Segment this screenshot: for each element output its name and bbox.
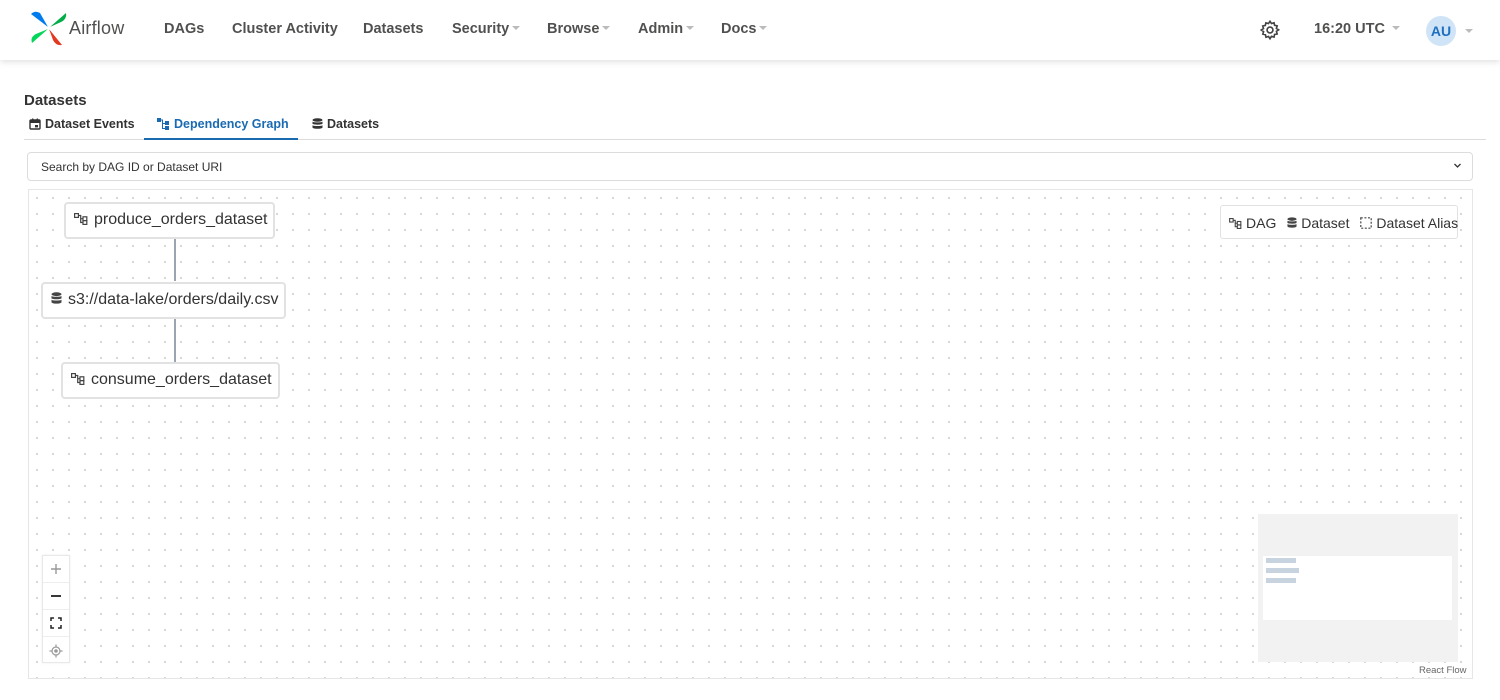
- nav-security[interactable]: Security: [452, 21, 521, 37]
- nav-dags[interactable]: DAGs: [164, 21, 204, 37]
- chevron-down-icon: [512, 26, 521, 31]
- minimap-viewport: [1263, 556, 1452, 620]
- legend-dag: DAG: [1229, 215, 1276, 231]
- nav-docs[interactable]: Docs: [721, 21, 768, 37]
- tab-dataset-events[interactable]: Dataset Events: [29, 110, 135, 140]
- graph-node-dag[interactable]: produce_orders_dataset: [64, 202, 276, 239]
- dataset-tabs: Dataset Events Dependency Graph Datasets: [24, 110, 1486, 140]
- graph-controls: [42, 555, 70, 663]
- tab-dependency-graph[interactable]: Dependency Graph: [144, 110, 298, 140]
- time-display[interactable]: 16:20 UTC: [1314, 21, 1400, 37]
- dependency-graph-canvas[interactable]: produce_orders_dataset s3://data-lake/or…: [28, 189, 1473, 679]
- database-icon: [1287, 217, 1297, 228]
- user-avatar[interactable]: AU: [1426, 16, 1456, 46]
- calendar-icon: [29, 118, 41, 130]
- tab-datasets[interactable]: Datasets: [312, 110, 379, 140]
- minimap-node: [1266, 558, 1296, 563]
- top-navbar: Airflow DAGs Cluster Activity Datasets S…: [0, 0, 1500, 60]
- center-view-button[interactable]: [43, 637, 69, 664]
- brand-name[interactable]: Airflow: [69, 18, 124, 39]
- dag-icon: [1229, 218, 1242, 229]
- fit-view-button[interactable]: [43, 610, 69, 637]
- nav-admin[interactable]: Admin: [638, 21, 695, 37]
- fit-view-icon: [50, 617, 62, 629]
- dag-icon: [74, 213, 88, 225]
- minimap-node: [1266, 578, 1296, 583]
- graph-node-dataset[interactable]: s3://data-lake/orders/daily.csv: [41, 282, 287, 319]
- chevron-down-icon: [602, 26, 611, 31]
- zoom-in-button[interactable]: [43, 556, 69, 583]
- dashed-square-icon: [1360, 217, 1373, 229]
- graph-node-dag[interactable]: consume_orders_dataset: [61, 362, 280, 399]
- search-select[interactable]: Search by DAG ID or Dataset URI: [27, 152, 1473, 181]
- airflow-logo-icon[interactable]: [29, 10, 69, 46]
- graph-minimap[interactable]: [1258, 514, 1458, 662]
- crosshair-icon: [49, 644, 63, 657]
- page-title: Datasets: [24, 92, 87, 109]
- chevron-down-icon: [1454, 163, 1461, 168]
- chevron-down-icon: [1391, 26, 1400, 31]
- plus-icon: [51, 564, 61, 574]
- graph-edge: [174, 237, 176, 281]
- graph-legend: DAG Dataset Dataset Alias: [1220, 205, 1458, 239]
- legend-dataset: Dataset: [1287, 215, 1349, 231]
- zoom-out-button[interactable]: [43, 583, 69, 610]
- legend-dataset-alias: Dataset Alias: [1360, 215, 1458, 231]
- chevron-down-icon: [759, 26, 768, 31]
- search-placeholder: Search by DAG ID or Dataset URI: [41, 160, 223, 174]
- minus-icon: [51, 595, 61, 597]
- graph-icon: [157, 118, 169, 130]
- minimap-node: [1266, 568, 1299, 573]
- chevron-down-icon[interactable]: [1465, 29, 1473, 33]
- react-flow-attribution[interactable]: React Flow: [1419, 665, 1467, 676]
- gear-icon[interactable]: [1259, 19, 1281, 41]
- chevron-down-icon: [686, 26, 695, 31]
- nav-datasets[interactable]: Datasets: [363, 21, 423, 37]
- graph-edge: [174, 319, 176, 363]
- database-icon: [51, 292, 62, 304]
- database-icon: [312, 118, 323, 129]
- nav-browse[interactable]: Browse: [547, 21, 611, 37]
- dag-icon: [71, 373, 85, 385]
- nav-cluster-activity[interactable]: Cluster Activity: [232, 21, 338, 37]
